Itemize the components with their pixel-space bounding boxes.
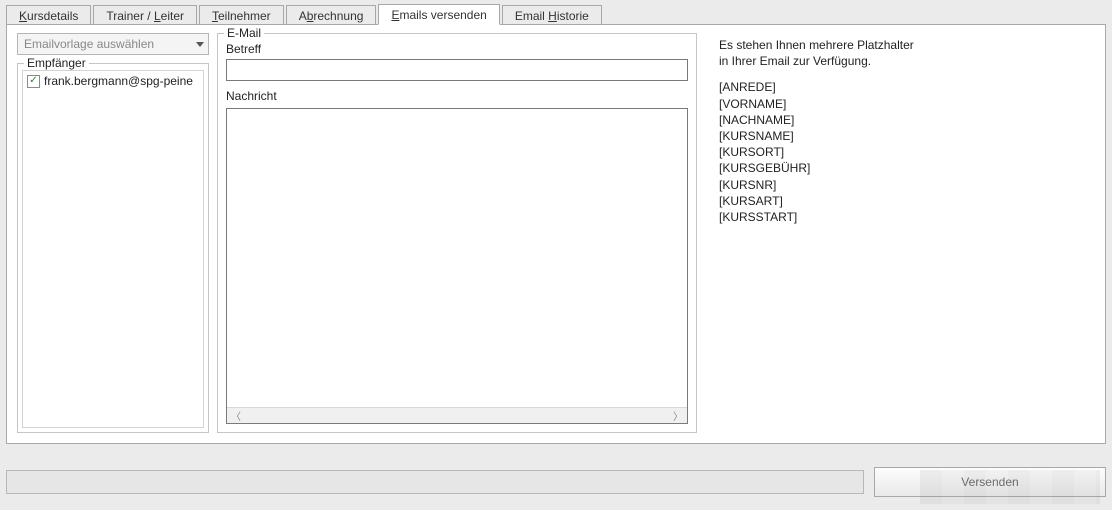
placeholder-token: [KURSGEBÜHR] <box>719 160 1089 176</box>
h-scrollbar[interactable]: 〈 〉 <box>227 407 687 423</box>
recipients-list[interactable]: ✓ frank.bergmann@spg-peine <box>22 70 204 428</box>
placeholder-token: [VORNAME] <box>719 96 1089 112</box>
placeholder-token: [KURSNAME] <box>719 128 1089 144</box>
tab-email-historie[interactable]: Email Historie <box>502 5 602 25</box>
tab-kursdetails[interactable]: Kursdetails <box>6 5 91 25</box>
left-column: Emailvorlage auswählen Empfänger ✓ frank… <box>17 33 209 433</box>
subject-input[interactable] <box>226 59 688 81</box>
placeholder-token: [NACHNAME] <box>719 112 1089 128</box>
tab-emails-versenden[interactable]: Emails versenden <box>378 4 499 25</box>
recipients-legend: Empfänger <box>24 56 89 70</box>
template-dropdown-placeholder: Emailvorlage auswählen <box>24 37 154 51</box>
email-column: E-Mail Betreff Nachricht 〈 〉 <box>217 33 697 433</box>
message-wrap: 〈 〉 <box>226 108 688 424</box>
tab-abrechnung[interactable]: Abrechnung <box>286 5 377 25</box>
message-textarea[interactable] <box>227 109 687 407</box>
email-legend: E-Mail <box>224 26 264 40</box>
recipient-checkbox[interactable]: ✓ <box>27 75 40 88</box>
chevron-left-icon: 〈 <box>231 408 241 423</box>
placeholder-list: [ANREDE] [VORNAME] [NACHNAME] [KURSNAME]… <box>719 79 1089 225</box>
placeholder-help: Es stehen Ihnen mehrere Platzhalter in I… <box>705 33 1095 433</box>
progress-bar <box>6 470 864 494</box>
tab-teilnehmer[interactable]: Teilnehmer <box>199 5 284 25</box>
send-button[interactable]: Versenden <box>874 467 1106 497</box>
template-dropdown[interactable]: Emailvorlage auswählen <box>17 33 209 55</box>
tab-bar: Kursdetails Trainer / Leiter Teilnehmer … <box>0 0 1112 24</box>
placeholder-token: [KURSSTART] <box>719 209 1089 225</box>
placeholder-token: [ANREDE] <box>719 79 1089 95</box>
placeholder-token: [KURSART] <box>719 193 1089 209</box>
placeholder-token: [KURSORT] <box>719 144 1089 160</box>
email-fieldset: E-Mail Betreff Nachricht 〈 〉 <box>217 33 697 433</box>
list-item[interactable]: ✓ frank.bergmann@spg-peine <box>25 73 201 89</box>
chevron-right-icon: 〉 <box>673 408 683 423</box>
tab-trainer-leiter[interactable]: Trainer / Leiter <box>93 5 197 25</box>
recipients-fieldset: Empfänger ✓ frank.bergmann@spg-peine <box>17 63 209 433</box>
chevron-down-icon <box>196 42 204 47</box>
help-intro: Es stehen Ihnen mehrere Platzhalter in I… <box>719 37 1089 69</box>
subject-label: Betreff <box>226 42 688 56</box>
placeholder-token: [KURSNR] <box>719 177 1089 193</box>
message-label: Nachricht <box>226 89 688 103</box>
recipient-email: frank.bergmann@spg-peine <box>44 74 193 88</box>
bottom-bar: Versenden <box>6 460 1106 504</box>
tab-panel: Emailvorlage auswählen Empfänger ✓ frank… <box>6 24 1106 444</box>
